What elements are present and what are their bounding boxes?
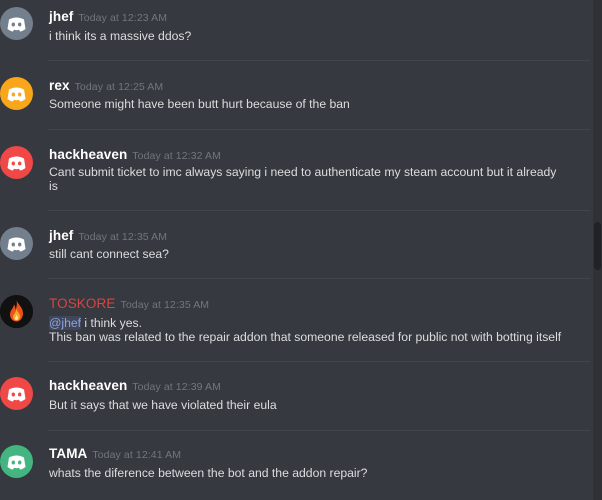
message-content: Someone might have been butt hurt becaus… — [49, 97, 584, 111]
message-item: jhef Today at 12:35 AM still cant connect… — [0, 211, 590, 278]
message-timestamp: Today at 12:35 AM — [78, 231, 168, 243]
author-name[interactable]: rex — [49, 78, 70, 93]
message-line: still cant connect sea? — [49, 247, 169, 261]
avatar[interactable] — [0, 295, 33, 328]
chat-message-list: jhef Today at 12:23 AM i think its a mass… — [0, 0, 602, 500]
message-author[interactable]: jhef Today at 12:23 AM — [49, 9, 167, 24]
message-timestamp: Today at 12:41 AM — [92, 449, 182, 461]
message-content: still cant connect sea? — [49, 247, 584, 261]
author-name[interactable]: TAMA — [49, 446, 87, 461]
message-timestamp: Today at 12:35 AM — [120, 299, 210, 311]
author-name[interactable]: jhef — [49, 228, 73, 243]
author-name[interactable]: jhef — [49, 9, 73, 24]
message-content: @jhef i think yes. This ban was related … — [49, 316, 584, 344]
discord-logo-icon — [0, 445, 33, 478]
message-author[interactable]: jhef Today at 12:35 AM — [49, 228, 167, 243]
message-line: whats the diference between the bot and … — [49, 466, 368, 480]
avatar[interactable] — [0, 77, 33, 110]
message-author[interactable]: rex Today at 12:25 AM — [49, 78, 163, 93]
avatar[interactable] — [0, 445, 33, 478]
message-line: Cant submit ticket to imc always saying … — [49, 165, 557, 179]
message-timestamp: Today at 12:23 AM — [78, 12, 168, 24]
message-line: But it says that we have violated their … — [49, 398, 277, 412]
message-author[interactable]: hackheaven Today at 12:32 AM — [49, 147, 221, 162]
scrollbar-thumb[interactable] — [594, 222, 601, 270]
message-timestamp: Today at 12:25 AM — [74, 81, 164, 93]
message-line: i think its a massive ddos? — [49, 29, 192, 43]
avatar[interactable] — [0, 146, 33, 179]
message-timestamp: Today at 12:32 AM — [132, 150, 221, 162]
message-item: hackheaven Today at 12:32 AM Cant submit … — [0, 130, 590, 210]
discord-logo-icon — [0, 7, 33, 40]
author-name[interactable]: hackheaven — [49, 378, 127, 393]
message-item: jhef Today at 12:23 AM i think its a mass… — [0, 0, 590, 60]
message-line: Someone might have been butt hurt becaus… — [49, 97, 350, 111]
message-item: hackheaven Today at 12:39 AM But it says … — [0, 362, 590, 429]
message-content: Cant submit ticket to imc always saying … — [49, 165, 584, 193]
discord-logo-icon — [0, 77, 33, 110]
discord-logo-icon — [0, 227, 33, 260]
message-item: rex Today at 12:25 AM Someone might have … — [0, 61, 590, 127]
avatar[interactable] — [0, 227, 33, 260]
discord-logo-icon — [0, 377, 33, 410]
message-item: TOSKORE Today at 12:35 AM @jhef i think y… — [0, 279, 590, 361]
message-content: i think its a massive ddos? — [49, 29, 584, 43]
message-author[interactable]: hackheaven Today at 12:39 AM — [49, 378, 221, 393]
author-name[interactable]: hackheaven — [49, 147, 127, 162]
message-timestamp: Today at 12:39 AM — [132, 381, 221, 393]
message-line: is — [49, 179, 58, 193]
message-content: But it says that we have violated their … — [49, 398, 584, 412]
message-item: TAMA Today at 12:41 AM whats the diferenc… — [0, 431, 590, 500]
flame-icon — [0, 295, 33, 328]
message-author[interactable]: TOSKORE Today at 12:35 AM — [49, 296, 209, 311]
message-line: @jhef i think yes. — [49, 316, 584, 330]
user-mention[interactable]: @jhef — [49, 316, 82, 330]
message-text: i think yes. — [81, 316, 142, 330]
avatar[interactable] — [0, 377, 33, 410]
author-name[interactable]: TOSKORE — [49, 296, 115, 311]
message-line: This ban was related to the repair addon… — [49, 330, 562, 344]
message-author[interactable]: TAMA Today at 12:41 AM — [49, 446, 181, 461]
message-content: whats the diference between the bot and … — [49, 466, 584, 480]
discord-logo-icon — [0, 146, 33, 179]
avatar[interactable] — [0, 7, 33, 40]
